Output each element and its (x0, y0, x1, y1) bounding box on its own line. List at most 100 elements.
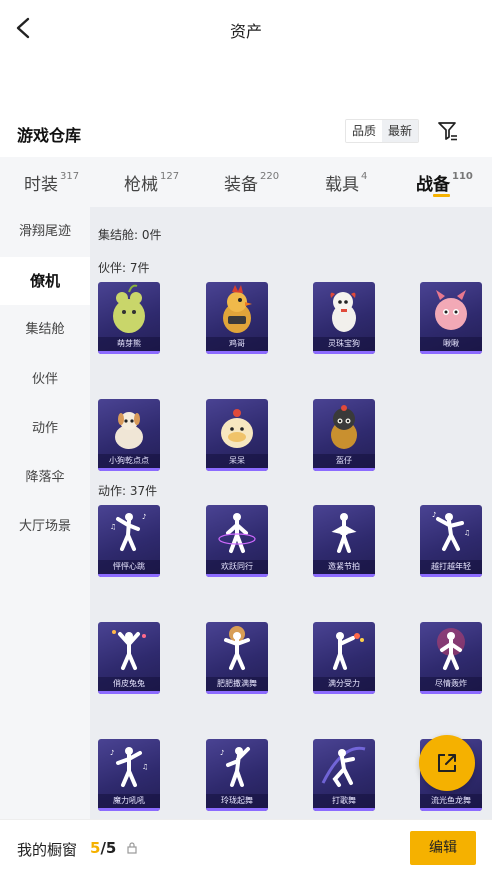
item-name: 打歌舞 (313, 794, 375, 808)
item-name: 盔仔 (313, 454, 375, 468)
rarity-bar (313, 808, 375, 811)
showcase-total: /5 (100, 839, 117, 857)
rarity-bar (98, 691, 160, 694)
rarity-bar (98, 351, 160, 354)
top-bar: 资产 (0, 0, 492, 58)
item-card-emote[interactable]: 邀紧节拍 (313, 505, 375, 577)
tab-equipment[interactable]: 装备 220 (224, 170, 279, 195)
showcase-label: 我的橱窗 (17, 841, 78, 859)
tab-label: 时装 (24, 175, 58, 195)
share-icon (438, 754, 456, 772)
rarity-bar (206, 351, 268, 354)
item-name: 欢跃同行 (206, 560, 268, 574)
item-card-companion[interactable]: 盔仔 (313, 399, 375, 471)
item-name: 灵珠宝狗 (313, 337, 375, 351)
filter-icon[interactable] (436, 119, 460, 143)
item-card-companion[interactable]: 啾啾 (420, 282, 482, 354)
item-name: 越打越年轻 (420, 560, 482, 574)
section-title: 游戏仓库 (17, 126, 82, 145)
svg-text:♫: ♫ (142, 763, 148, 771)
item-name: 邀紧节拍 (313, 560, 375, 574)
item-grid: 集结舱: 0件 伙伴: 7件 萌芽熊 鸡哥 灵珠宝狗 啾啾 小狗乾点点 呆呆 盔… (90, 207, 492, 819)
rarity-bar (98, 574, 160, 577)
svg-text:♪: ♪ (432, 511, 436, 519)
side-item-companion[interactable]: 伙伴 (0, 356, 90, 404)
item-name: 玲珑起舞 (206, 794, 268, 808)
tab-count: 220 (260, 171, 280, 183)
item-card-companion[interactable]: 灵珠宝狗 (313, 282, 375, 354)
item-name: 尽情轰炸 (420, 677, 482, 691)
item-name: 肥肥撒满舞 (206, 677, 268, 691)
rarity-bar (206, 691, 268, 694)
item-card-companion[interactable]: 小狗乾点点 (98, 399, 160, 471)
item-name: 萌芽熊 (98, 337, 160, 351)
group-label-companion: 伙伴: 7件 (98, 261, 150, 275)
rarity-bar (313, 351, 375, 354)
item-name: 魔力吼吼 (98, 794, 160, 808)
tab-battle-prep[interactable]: 战备 110 (416, 170, 473, 195)
tab-label: 装备 (224, 175, 258, 195)
item-card-companion[interactable]: 萌芽熊 (98, 282, 160, 354)
item-card-emote[interactable]: 打歌舞 (313, 739, 375, 811)
side-item-parachute[interactable]: 降落伞 (0, 454, 90, 502)
rarity-bar (206, 574, 268, 577)
item-card-emote[interactable]: ♪ 玲珑起舞 (206, 739, 268, 811)
rarity-bar (313, 468, 375, 471)
rarity-bar (313, 574, 375, 577)
item-name: 怦怦心跳 (98, 560, 160, 574)
side-item-lobby-scene[interactable]: 大厅场景 (0, 503, 90, 551)
showcase-current: 5 (90, 839, 101, 857)
section-header: 游戏仓库 品质 最新 (0, 118, 492, 148)
item-card-emote[interactable]: ♪ ♫ 越打越年轻 (420, 505, 482, 577)
item-name: 流光鱼龙舞 (420, 794, 482, 808)
rarity-bar (313, 691, 375, 694)
svg-text:♪: ♪ (110, 749, 114, 757)
edit-button[interactable]: 编辑 (410, 831, 476, 865)
lock-icon (127, 842, 137, 854)
item-card-emote[interactable]: 肥肥撒满舞 (206, 622, 268, 694)
tab-count: 127 (160, 171, 180, 183)
sort-quality-button[interactable]: 品质 (346, 120, 382, 142)
svg-text:♪: ♪ (220, 749, 224, 757)
side-item-glide-trail[interactable]: 滑翔尾迹 (0, 208, 90, 256)
rarity-bar (420, 691, 482, 694)
page-title: 资产 (229, 22, 262, 41)
tab-weapons[interactable]: 枪械 127 (124, 170, 179, 195)
tab-label: 枪械 (124, 175, 158, 195)
side-item-wingman[interactable]: 僚机 (0, 257, 90, 305)
group-label-emote: 动作: 37件 (98, 484, 158, 498)
side-menu: 滑翔尾迹 僚机 集结舱 伙伴 动作 降落伞 大厅场景 (0, 207, 90, 819)
item-card-companion[interactable]: 鸡哥 (206, 282, 268, 354)
item-card-emote[interactable]: ♪ ♫ 魔力吼吼 (98, 739, 160, 811)
sort-toggle: 品质 最新 (345, 119, 419, 143)
rarity-bar (420, 351, 482, 354)
showcase-bar: 我的橱窗 5/5 编辑 (0, 819, 492, 876)
side-item-emote[interactable]: 动作 (0, 405, 90, 453)
item-card-emote[interactable]: 欢跃同行 (206, 505, 268, 577)
rarity-bar (98, 808, 160, 811)
item-name: 鸡哥 (206, 337, 268, 351)
tab-count: 4 (361, 171, 368, 183)
item-card-emote[interactable]: 俏皮兔兔 (98, 622, 160, 694)
sort-latest-button[interactable]: 最新 (382, 120, 418, 142)
item-card-emote[interactable]: 满分受力 (313, 622, 375, 694)
item-card-companion[interactable]: 呆呆 (206, 399, 268, 471)
active-tab-indicator (433, 194, 450, 197)
item-name: 呆呆 (206, 454, 268, 468)
item-card-emote[interactable]: 尽情轰炸 (420, 622, 482, 694)
item-name: 俏皮兔兔 (98, 677, 160, 691)
rarity-bar (98, 468, 160, 471)
rarity-bar (206, 468, 268, 471)
item-card-emote[interactable]: ♪ ♫ 怦怦心跳 (98, 505, 160, 577)
share-button[interactable] (419, 735, 475, 791)
rarity-bar (420, 808, 482, 811)
svg-text:♫: ♫ (464, 529, 470, 537)
item-name: 满分受力 (313, 677, 375, 691)
tab-vehicles[interactable]: 载具 4 (325, 170, 367, 195)
tab-fashion[interactable]: 时装 317 (24, 170, 79, 195)
tab-count: 110 (452, 171, 473, 183)
side-item-rally-pod[interactable]: 集结舱 (0, 306, 90, 354)
category-tabs: 时装 317 枪械 127 装备 220 载具 4 战备 110 (0, 157, 492, 207)
tab-label: 战备 (416, 175, 450, 195)
rarity-bar (206, 808, 268, 811)
